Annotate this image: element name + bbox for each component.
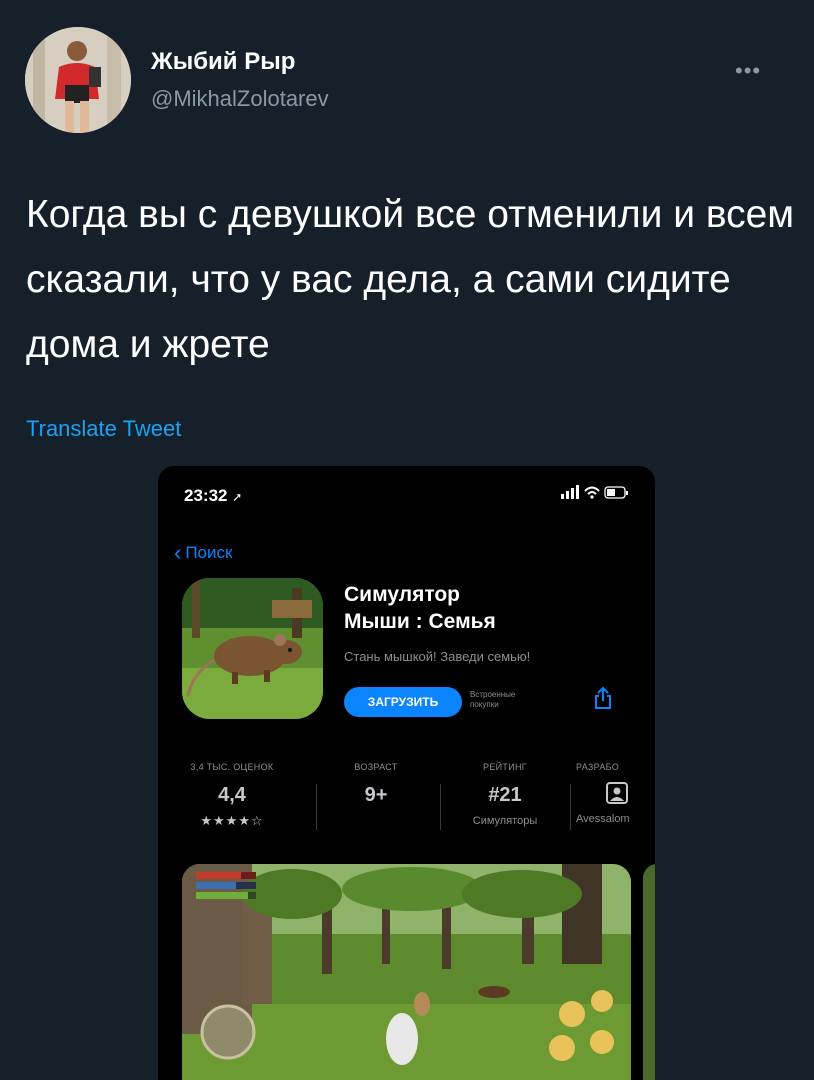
back-search-link[interactable]: ‹ Поиск <box>174 540 232 566</box>
stat-age: ВОЗРАСТ 9+ <box>354 762 398 806</box>
user-handle[interactable]: @MikhalZolotarev <box>151 86 329 112</box>
signal-wifi-battery-icon <box>561 485 628 499</box>
stat-developer: РАЗРАБО Avessalom <box>576 762 655 846</box>
app-stats-row: 3,4 ТЫС. ОЦЕНОК 4,4 ★★★★☆ ВОЗРАСТ 9+ РЕЙ… <box>158 762 655 846</box>
stat-chart-rank: РЕЙТИНГ #21 Симуляторы <box>472 762 538 827</box>
avatar[interactable] <box>25 27 131 133</box>
share-icon[interactable] <box>594 686 612 715</box>
avatar-photo <box>25 27 131 133</box>
rating-stars-icon: ★★★★☆ <box>200 813 264 828</box>
chevron-left-icon: ‹ <box>174 540 182 565</box>
stat-ratings: 3,4 ТЫС. ОЦЕНОК 4,4 ★★★★☆ <box>158 762 306 846</box>
developer-icon <box>606 782 655 809</box>
gameplay-scene <box>182 864 631 1080</box>
tweet-text: Когда вы с девушкой все отменили и всем … <box>26 193 795 366</box>
mouse-game-artwork <box>182 578 323 719</box>
app-screenshot[interactable] <box>182 864 631 1080</box>
app-screenshot-next[interactable] <box>643 864 655 1080</box>
location-arrow-icon: ➚ <box>232 490 243 504</box>
status-icons <box>561 484 629 505</box>
get-button[interactable]: ЗАГРУЗИТЬ <box>344 687 462 717</box>
tweet-media-image[interactable]: 23:32 ➚ ‹ Поиск Симулятор Мыши: Семья С… <box>158 466 655 1080</box>
app-icon <box>182 578 323 719</box>
translate-tweet-link[interactable]: Translate Tweet <box>26 416 181 442</box>
divider <box>570 784 571 830</box>
more-dots-icon[interactable]: ••• <box>735 58 761 84</box>
display-name[interactable]: Жыбий Рыр <box>151 48 295 76</box>
app-subtitle: Стань мышкой! Заведи семью! <box>344 649 531 664</box>
status-time: 23:32 ➚ <box>184 486 243 505</box>
app-title: Симулятор Мыши : Семья <box>344 583 496 633</box>
in-app-purchases-note: Встроенные покупки <box>470 690 516 709</box>
